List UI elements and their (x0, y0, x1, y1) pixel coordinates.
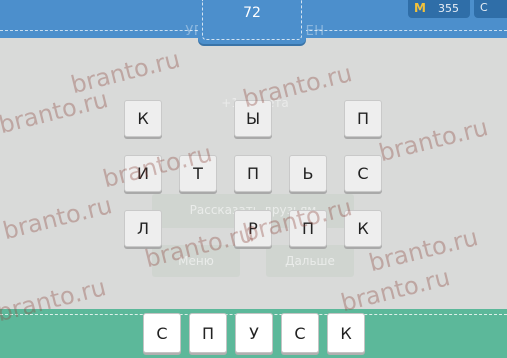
watermark: branto.ru (0, 191, 115, 246)
letter-tile-label: Р (248, 219, 258, 238)
letter-tile[interactable]: Ы (234, 100, 272, 137)
letter-tile-label: П (356, 109, 370, 128)
letter-tile-label: П (301, 219, 315, 238)
coins-counter[interactable]: M 355 (408, 0, 470, 18)
watermark: branto.ru (68, 45, 183, 100)
letter-tile-label: П (246, 164, 260, 183)
watermark: branto.ru (0, 85, 111, 140)
coin-m-icon: M (414, 1, 426, 15)
letter-tile-label: К (357, 219, 369, 238)
next-label: Дальше (285, 254, 335, 268)
answer-slot[interactable]: П (189, 313, 227, 353)
letter-tile[interactable]: Р (234, 210, 272, 247)
letter-tile[interactable]: С (344, 155, 382, 192)
letter-tile-label: С (357, 164, 369, 183)
level-number: 72 (243, 5, 261, 21)
letter-tile-label: И (137, 164, 149, 183)
letter-tile[interactable]: К (344, 210, 382, 247)
letter-tile[interactable]: П (289, 210, 327, 247)
menu-button[interactable]: Меню (152, 245, 240, 277)
watermark: branto.ru (366, 223, 481, 278)
letter-tile[interactable]: Л (124, 210, 162, 247)
letter-tile[interactable]: К (124, 100, 162, 137)
answer-letter: С (294, 324, 306, 343)
letter-tile[interactable]: П (344, 100, 382, 137)
answer-slot[interactable]: С (143, 313, 181, 353)
letter-tile-label: Ь (302, 164, 314, 183)
next-button[interactable]: Дальше (266, 245, 354, 277)
letter-tile[interactable]: И (124, 155, 162, 192)
letter-tile[interactable]: П (234, 155, 272, 192)
menu-label: Меню (178, 254, 214, 268)
letter-tile-label: Т (193, 164, 203, 183)
letter-tile[interactable]: Т (179, 155, 217, 192)
answer-letter: С (156, 324, 168, 343)
answer-letter: П (201, 324, 215, 343)
letter-tile-label: Ы (245, 109, 261, 128)
answer-letter: К (340, 324, 352, 343)
answer-slot[interactable]: У (235, 313, 273, 353)
extra-button-label: С (480, 1, 488, 14)
answer-bar: С П У С К (0, 309, 507, 358)
watermark: branto.ru (376, 113, 491, 168)
extra-button[interactable]: С (474, 0, 507, 18)
letter-tile-label: К (137, 109, 149, 128)
letter-tile-label: Л (136, 219, 150, 238)
answer-letter: У (249, 324, 259, 343)
coins-count: 355 (438, 2, 459, 15)
answer-slot[interactable]: К (327, 313, 365, 353)
answer-slot[interactable]: С (281, 313, 319, 353)
level-tab: 72 (198, 0, 306, 44)
letter-tile[interactable]: Ь (289, 155, 327, 192)
